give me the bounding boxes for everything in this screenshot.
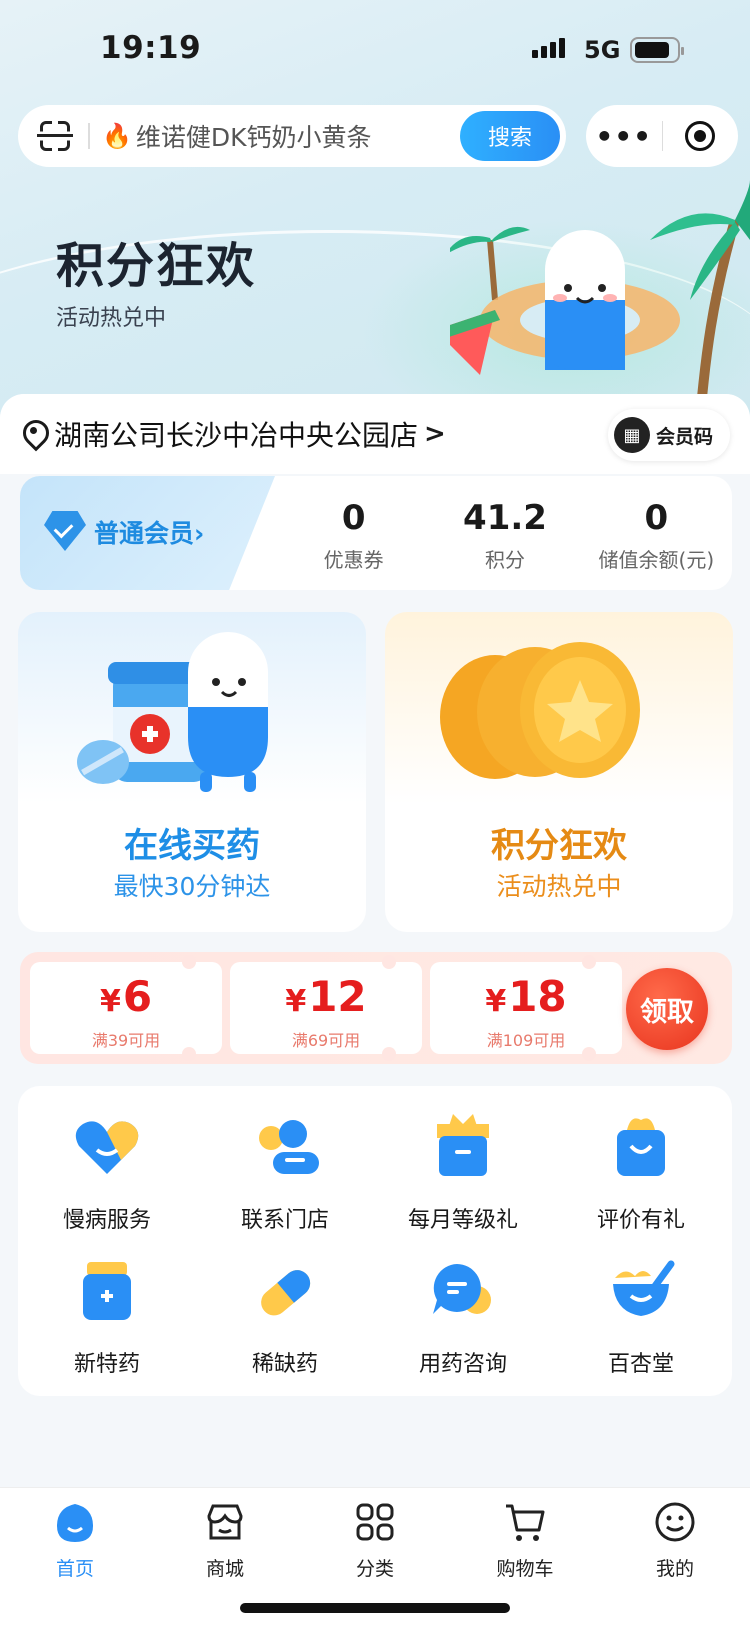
chevron-right-icon: > <box>424 419 446 449</box>
fire-icon: 🔥 <box>102 122 132 150</box>
stat-points[interactable]: 41.2 积分 <box>429 476 580 590</box>
home-indicator[interactable] <box>240 1603 510 1613</box>
stat-value: 41.2 <box>463 498 547 538</box>
scan-icon[interactable] <box>37 121 73 151</box>
service-label: 新特药 <box>73 1352 140 1377</box>
service-contact-store[interactable]: 联系门店 <box>196 1112 374 1234</box>
buy-medicine-card[interactable]: 在线买药 最快30分钟达 <box>18 612 366 932</box>
tab-category[interactable]: 分类 <box>300 1500 450 1581</box>
card-title: 积分狂欢 <box>491 826 627 866</box>
tab-label: 分类 <box>355 1558 394 1580</box>
stat-coupons[interactable]: 0 优惠券 <box>278 476 429 590</box>
search-divider <box>88 123 90 149</box>
banner-subtitle: 活动热兑中 <box>56 306 167 331</box>
status-time: 19:19 <box>100 30 202 66</box>
card-subtitle: 活动热兑中 <box>496 872 622 901</box>
store-icon <box>207 1504 243 1540</box>
member-card: 普通会员› 0 优惠券 41.2 积分 0 储值余额(元) <box>20 476 732 590</box>
coupon-condition: 满39可用 <box>91 1031 161 1050</box>
service-label: 百杏堂 <box>607 1352 674 1377</box>
coupon-strip: ¥6 满39可用 ¥12 满69可用 ¥18 满109可用 领取 <box>20 952 732 1064</box>
claim-coupon-button[interactable]: 领取 <box>626 968 708 1050</box>
service-label: 联系门店 <box>240 1208 329 1233</box>
close-target-icon[interactable] <box>663 121 739 151</box>
store-name: 湖南公司长沙中冶中央公园店 <box>54 419 419 452</box>
coupon-amount: ¥18 <box>485 972 567 1021</box>
heart-icon <box>75 1121 139 1174</box>
shopping-bag-icon <box>617 1118 665 1176</box>
signal-icon <box>532 38 565 58</box>
member-level[interactable]: 普通会员› <box>20 476 275 590</box>
coupon-item[interactable]: ¥6 满39可用 <box>30 955 222 1061</box>
search-button[interactable]: 搜索 <box>460 111 560 161</box>
stat-balance[interactable]: 0 储值余额(元) <box>581 476 732 590</box>
coupon-condition: 满109可用 <box>486 1031 566 1050</box>
stat-value: 0 <box>341 498 366 538</box>
points-card[interactable]: 积分狂欢 活动热兑中 <box>385 612 733 932</box>
diamond-icon <box>44 511 86 551</box>
location-pin-icon <box>22 419 46 449</box>
coupon-amount: ¥12 <box>285 972 367 1021</box>
chat-icon <box>433 1264 491 1314</box>
service-label: 评价有礼 <box>596 1208 685 1233</box>
service-label: 用药咨询 <box>418 1352 507 1377</box>
member-code-button[interactable]: ▦ 会员码 <box>608 409 730 461</box>
medicine-mascot-illustration <box>77 632 268 792</box>
stat-label: 储值余额(元) <box>598 548 715 572</box>
tab-profile[interactable]: 我的 <box>600 1500 750 1581</box>
service-label: 稀缺药 <box>251 1352 318 1377</box>
card-title: 在线买药 <box>124 826 260 866</box>
category-icon <box>356 1503 394 1541</box>
contact-icon <box>259 1120 319 1174</box>
stat-label: 优惠券 <box>323 548 384 572</box>
service-label: 每月等级礼 <box>407 1208 518 1233</box>
miniprogram-capsule: ••• <box>586 105 738 167</box>
search-input[interactable]: 维诺健DK钙奶小黄条 <box>136 118 460 154</box>
service-special-drugs[interactable]: 新特药 <box>18 1256 196 1378</box>
stat-label: 积分 <box>484 548 525 572</box>
service-label: 慢病服务 <box>62 1208 151 1233</box>
service-baixingtang[interactable]: 百杏堂 <box>552 1256 730 1378</box>
member-stats: 0 优惠券 41.2 积分 0 储值余额(元) <box>278 476 732 590</box>
tab-label: 购物车 <box>496 1558 554 1580</box>
mortar-icon <box>613 1260 675 1316</box>
tab-home[interactable]: 首页 <box>0 1500 150 1581</box>
tab-cart[interactable]: 购物车 <box>450 1500 600 1581</box>
pill-icon <box>261 1270 311 1316</box>
coupon-item[interactable]: ¥12 满69可用 <box>230 955 422 1061</box>
member-level-label: 普通会员› <box>94 519 205 548</box>
more-icon[interactable]: ••• <box>586 120 662 153</box>
member-code-label: 会员码 <box>656 425 714 448</box>
service-review-gift[interactable]: 评价有礼 <box>552 1112 730 1234</box>
home-icon <box>57 1504 93 1542</box>
coins-illustration <box>440 642 640 779</box>
service-monthly-gift[interactable]: 每月等级礼 <box>374 1112 552 1234</box>
cart-icon <box>506 1504 545 1541</box>
gift-icon <box>437 1114 489 1176</box>
card-subtitle: 最快30分钟达 <box>113 872 271 901</box>
coupon-amount: ¥6 <box>99 972 153 1021</box>
banner-title: 积分狂欢 <box>56 238 257 294</box>
mascot-illustration <box>450 180 750 420</box>
tab-label: 我的 <box>655 1558 694 1580</box>
tab-label: 商城 <box>205 1558 244 1580</box>
battery-icon <box>630 37 684 63</box>
search-bar[interactable]: 🔥 维诺健DK钙奶小黄条 搜索 <box>18 105 566 167</box>
stat-value: 0 <box>644 498 669 538</box>
service-scarce-drugs[interactable]: 稀缺药 <box>196 1256 374 1378</box>
coupon-condition: 满69可用 <box>291 1031 361 1050</box>
profile-icon <box>655 1502 695 1542</box>
service-chronic-disease[interactable]: 慢病服务 <box>18 1112 196 1234</box>
qrcode-icon: ▦ <box>614 417 650 453</box>
network-type: 5G <box>584 36 621 64</box>
tab-label: 首页 <box>55 1558 94 1580</box>
tab-store[interactable]: 商城 <box>150 1500 300 1581</box>
medicine-bottle-icon <box>83 1262 131 1320</box>
service-medication-consult[interactable]: 用药咨询 <box>374 1256 552 1378</box>
status-bar: 19:19 5G <box>0 0 750 100</box>
service-grid: 慢病服务 联系门店 每月等级礼 评价有礼 新特药 稀缺药 用药咨询 百杏堂 <box>18 1086 732 1396</box>
coupon-item[interactable]: ¥18 满109可用 <box>430 955 622 1061</box>
